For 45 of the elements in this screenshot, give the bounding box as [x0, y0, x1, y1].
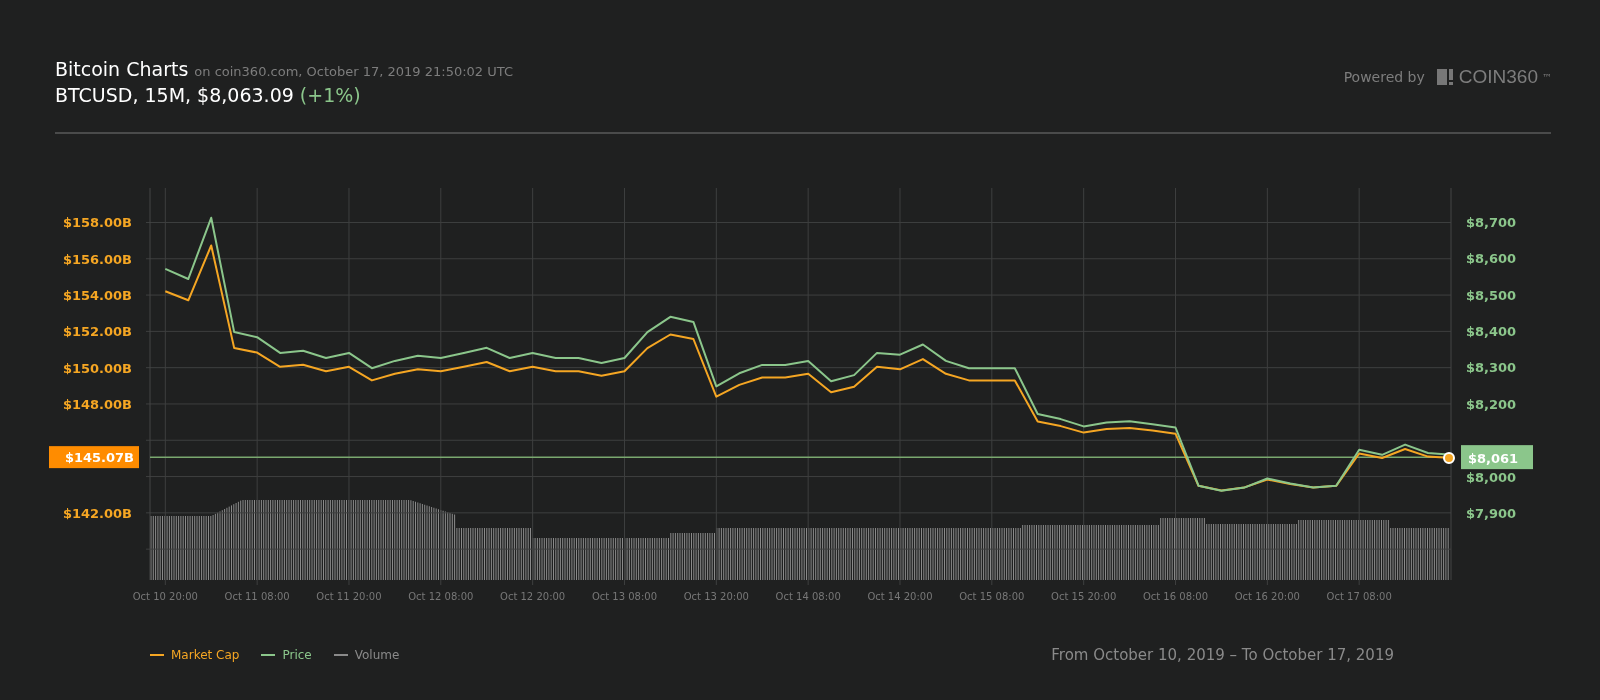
logo-icon [1436, 68, 1455, 86]
current-market-cap-tag: $145.07B [49, 446, 139, 469]
axis-tick-label: $150.00B [62, 360, 132, 376]
axis-tick-label: $8,700 [1466, 214, 1517, 230]
powered-by-label: Powered by [1343, 69, 1425, 85]
axis-tick-label: Oct 12 08:00 [408, 591, 474, 602]
legend-label[interactable]: Volume [354, 648, 400, 662]
axis-tick-label: $8,000 [1466, 469, 1517, 485]
axis-tick-label: Oct 13 20:00 [683, 591, 749, 602]
axis-tick-label: Oct 14 20:00 [867, 591, 933, 602]
last-point-marker [1443, 452, 1455, 465]
axis-tick-label: Oct 10 20:00 [132, 591, 198, 602]
axis-tick-label: Oct 16 08:00 [1142, 591, 1209, 602]
price-quote: BTCUSD, 15M, $8,063.09 [55, 84, 294, 106]
legend-label[interactable]: Market Cap [171, 648, 240, 662]
chart-subtitle: on coin360.com, October 17, 2019 21:50:02 UTC [194, 64, 514, 79]
trademark-sign: ™ [1542, 72, 1552, 83]
axis-tick-label: Oct 12 20:00 [500, 591, 566, 602]
axis-tick-label: Oct 11 20:00 [316, 591, 382, 602]
legend-label[interactable]: Price [282, 648, 312, 662]
axis-tick-label: Oct 16 20:00 [1234, 591, 1300, 602]
axis-tick-label: $156.00B [62, 251, 132, 267]
current-price-tag: $8,061 [1461, 445, 1533, 470]
axis-tick-label: $158.00B [62, 215, 132, 231]
axis-tick-label: $142.00B [62, 505, 132, 521]
date-range-label: From October 10, 2019 – To October 17, 2019 [1051, 646, 1394, 664]
axis-tick-label: $152.00B [62, 324, 132, 340]
axis-tick-label: $154.00B [62, 288, 132, 304]
axis-tick-label: $8,400 [1466, 324, 1517, 340]
axis-tick-label: $8,200 [1466, 396, 1517, 412]
axis-tick-label: Oct 14 08:00 [775, 591, 841, 602]
axis-tick-label: Oct 11 08:00 [224, 591, 290, 602]
axis-tick-label: Oct 13 08:00 [591, 591, 658, 602]
axis-tick-label: $7,900 [1466, 506, 1517, 522]
axis-tick-label: Oct 17 08:00 [1326, 591, 1392, 602]
axis-tick-label: Oct 15 08:00 [959, 591, 1025, 602]
axis-tick-label: $8,600 [1466, 251, 1517, 267]
ref-line-label: $145.07B [64, 450, 134, 466]
price-change: (+1%) [299, 84, 361, 106]
axis-tick-label: $8,500 [1466, 287, 1517, 303]
axis-tick-label: Oct 15 20:00 [1051, 591, 1117, 602]
axis-tick-label: $148.00B [62, 396, 132, 412]
brand-name: COIN360 [1458, 66, 1538, 88]
axis-tick-label: $8,300 [1466, 360, 1517, 376]
chart-title: Bitcoin Charts [55, 58, 189, 80]
